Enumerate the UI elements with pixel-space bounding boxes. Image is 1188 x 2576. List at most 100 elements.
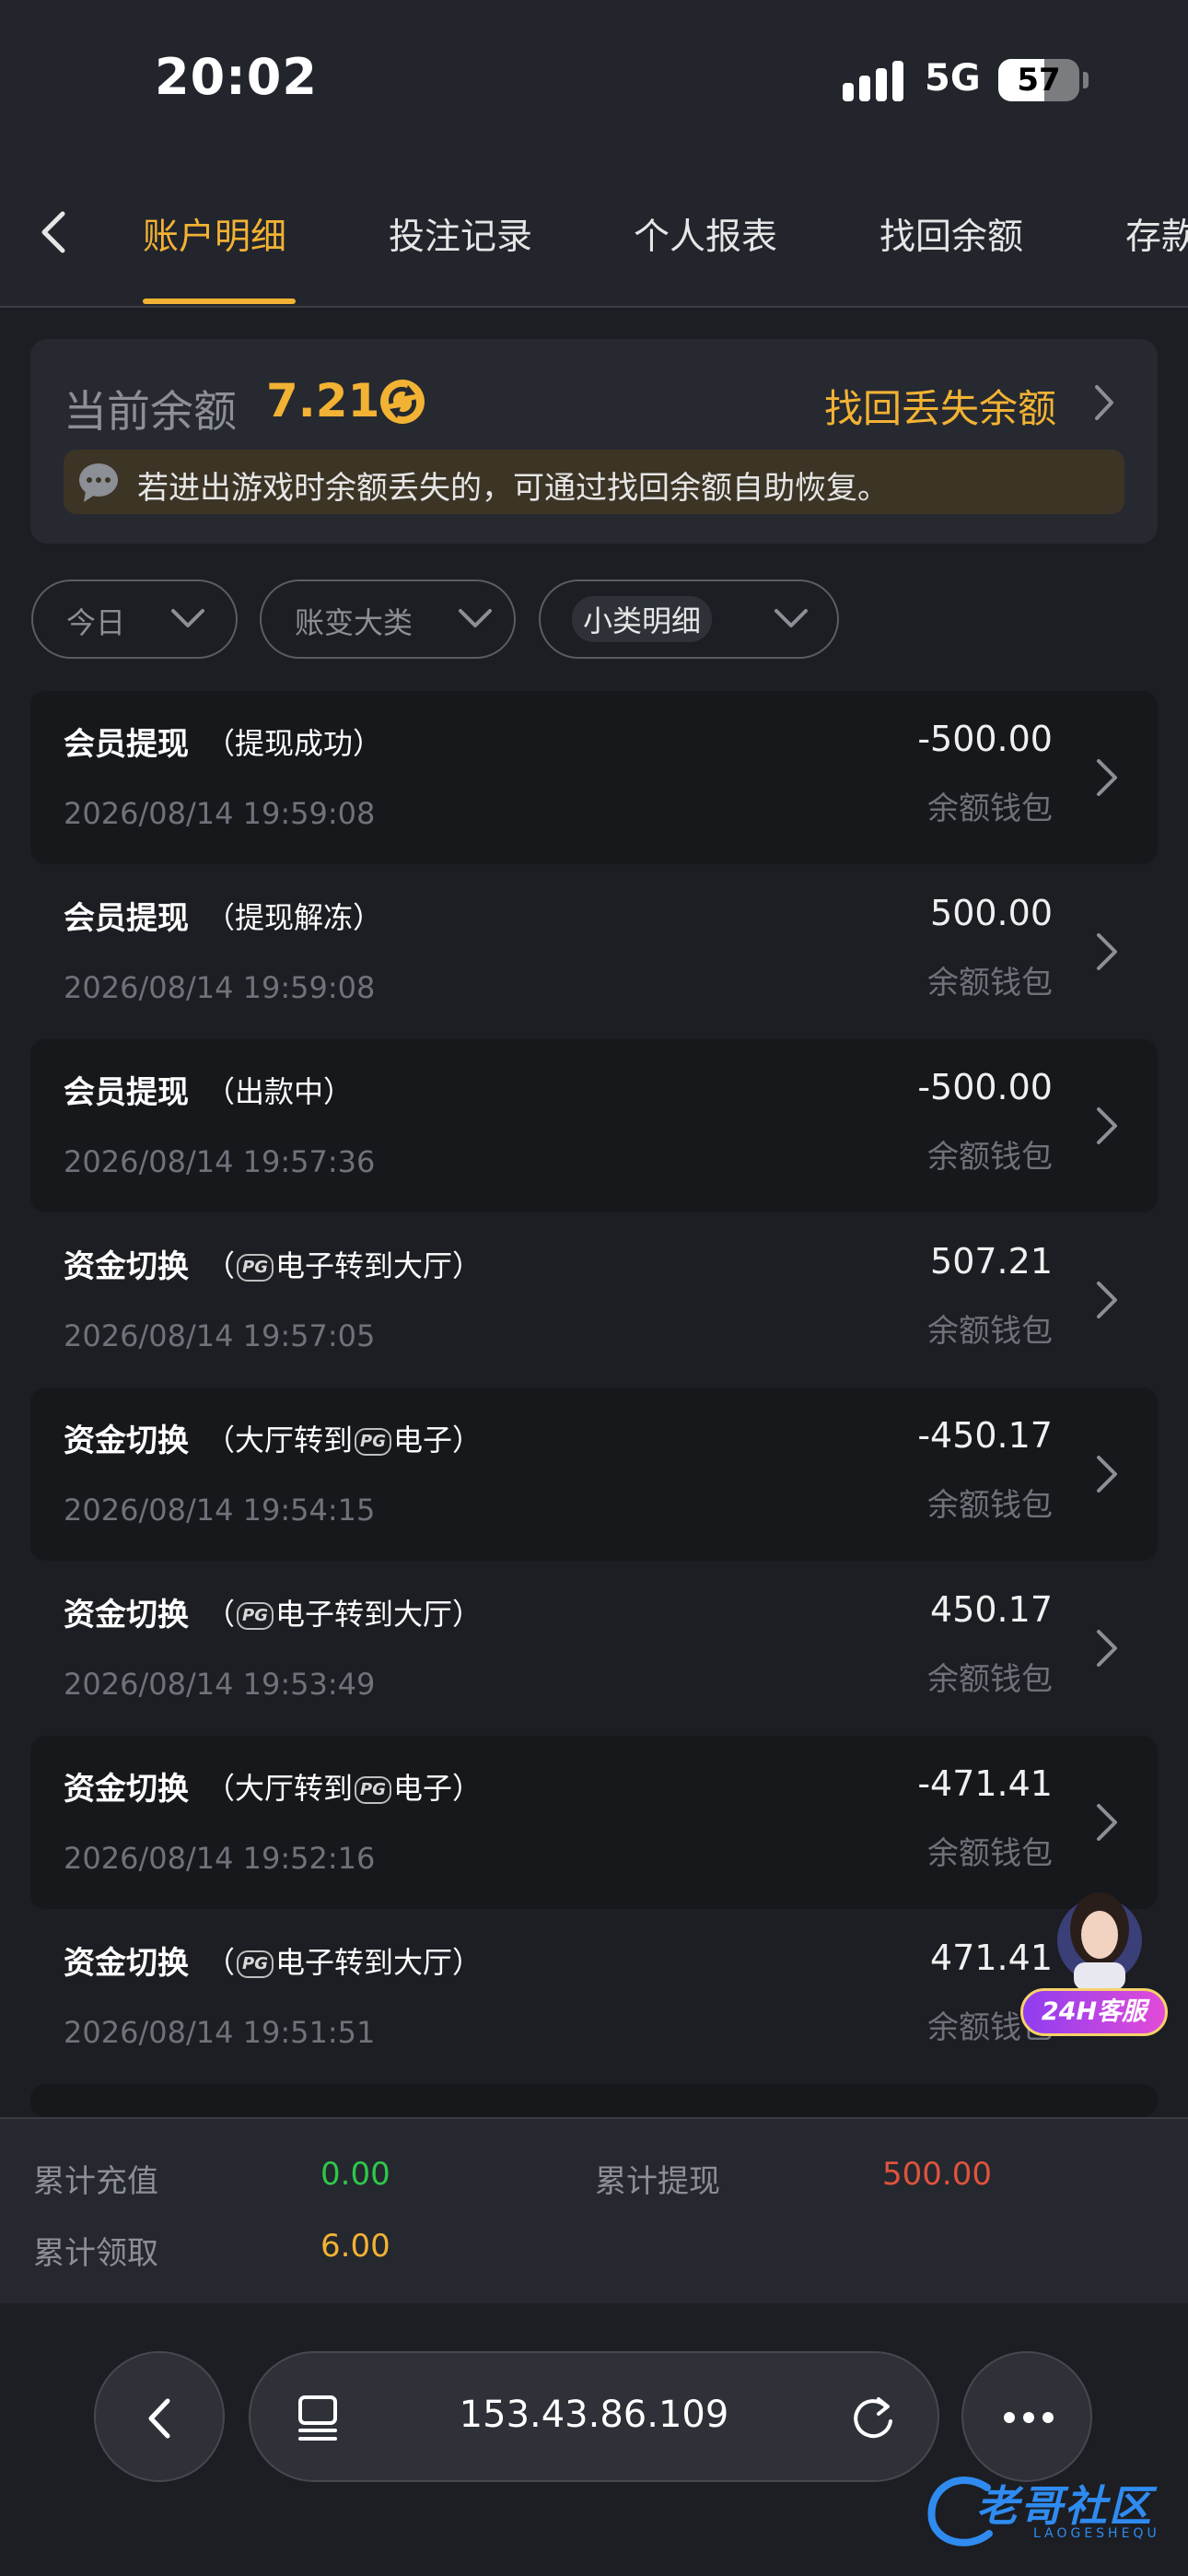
customer-support-button[interactable]: 24H客服 bbox=[1017, 1879, 1173, 2036]
tx-wallet: 余额钱包 bbox=[927, 1313, 1053, 1350]
tx-amount: 507.21 bbox=[930, 1241, 1053, 1282]
total-withdraw-value: 500.00 bbox=[882, 2156, 992, 2193]
balance-value: 7.21 bbox=[266, 374, 380, 427]
total-withdraw-label: 累计提现 bbox=[595, 2163, 720, 2200]
tx-type: 资金切换 bbox=[64, 1771, 189, 1808]
tx-detail: （PG 电子转到大厅） bbox=[205, 1597, 482, 1632]
watermark-logo: 老哥社区 LAOGESHEQU bbox=[923, 2469, 1179, 2552]
watermark-subtext: LAOGESHEQU bbox=[1033, 2526, 1160, 2541]
tab-deposit[interactable]: 存款 bbox=[1125, 208, 1188, 260]
tab-recover-balance[interactable]: 找回余额 bbox=[879, 208, 1023, 260]
tx-wallet: 余额钱包 bbox=[927, 1835, 1053, 1872]
tab-bet-records[interactable]: 投注记录 bbox=[389, 208, 532, 260]
chevron-down-icon bbox=[171, 609, 204, 627]
tx-detail: （出款中） bbox=[205, 1074, 354, 1109]
tx-wallet: 余额钱包 bbox=[927, 1139, 1053, 1176]
status-bar: 20:02 5G 57 bbox=[0, 0, 1188, 157]
balance-card: 当前余额 7.21 找回丢失余额 若进出游戏时余额丢失的，可通过找回余额自助恢复… bbox=[30, 339, 1158, 544]
tx-amount: -471.41 bbox=[917, 1763, 1053, 1804]
tx-type: 资金切换 bbox=[64, 1248, 189, 1285]
tab-personal-report[interactable]: 个人报表 bbox=[634, 208, 777, 260]
tab-account-details[interactable]: 账户明细 bbox=[143, 208, 286, 260]
chevron-right-icon bbox=[1097, 1456, 1117, 1493]
pg-logo-icon: PG bbox=[237, 1602, 274, 1630]
chevron-left-icon bbox=[148, 2398, 170, 2439]
active-tab-indicator bbox=[143, 299, 296, 304]
filter-date-label: 今日 bbox=[66, 605, 126, 640]
total-deposit-label: 累计充值 bbox=[33, 2163, 158, 2200]
tx-amount: -500.00 bbox=[917, 1067, 1053, 1107]
filter-subcategory-label: 小类明细 bbox=[572, 596, 713, 642]
browser-back-button[interactable] bbox=[94, 2351, 225, 2482]
total-claim-label: 累计领取 bbox=[33, 2235, 158, 2272]
network-label: 5G bbox=[925, 57, 981, 100]
balance-label: 当前余额 bbox=[64, 387, 237, 438]
tx-detail: （提现解冻） bbox=[205, 900, 383, 935]
more-options-button[interactable] bbox=[961, 2351, 1092, 2482]
tx-detail: （PG 电子转到大厅） bbox=[205, 1945, 482, 1980]
transaction-row[interactable]: 资金切换 （PG 电子转到大厅） 2026/08/14 19:51:51 471.… bbox=[30, 1910, 1158, 2083]
tx-amount: 500.00 bbox=[930, 893, 1053, 933]
transaction-row[interactable]: 会员提现 （出款中） 2026/08/14 19:57:36 -500.00 余… bbox=[30, 1039, 1158, 1212]
tx-detail: （大厅转到 PG 电子） bbox=[205, 1771, 482, 1806]
chevron-right-icon bbox=[1097, 1282, 1117, 1318]
recover-lost-balance-link[interactable]: 找回丢失余额 bbox=[824, 378, 1056, 434]
watermark-text: 老哥社区 bbox=[976, 2481, 1153, 2531]
tx-amount: -500.00 bbox=[917, 719, 1053, 759]
notice-box: 若进出游戏时余额丢失的，可通过找回余额自助恢复。 bbox=[64, 450, 1124, 514]
filter-category-label: 账变大类 bbox=[295, 605, 413, 640]
support-avatar-icon bbox=[1057, 1892, 1142, 1990]
address-bar[interactable]: 153.43.86.109 bbox=[249, 2351, 939, 2482]
reload-icon[interactable] bbox=[849, 2394, 899, 2443]
total-claim-value: 6.00 bbox=[320, 2228, 390, 2265]
signal-icon bbox=[843, 59, 907, 103]
tx-time: 2026/08/14 19:51:51 bbox=[64, 2015, 376, 2050]
tx-detail: （提现成功） bbox=[205, 726, 383, 761]
chevron-right-icon bbox=[1097, 1630, 1117, 1667]
tx-type: 会员提现 bbox=[64, 1074, 189, 1111]
transaction-row[interactable]: 会员提现 （提现解冻） 2026/08/14 19:59:08 500.00 余… bbox=[30, 865, 1158, 1038]
chevron-right-icon bbox=[1097, 933, 1117, 970]
tx-wallet: 余额钱包 bbox=[927, 1661, 1053, 1698]
chevron-right-icon bbox=[1097, 1804, 1117, 1841]
tx-time: 2026/08/14 19:57:36 bbox=[64, 1144, 376, 1179]
tx-type: 资金切换 bbox=[64, 1423, 189, 1459]
status-time: 20:02 bbox=[155, 48, 318, 106]
tx-amount: -450.17 bbox=[917, 1415, 1053, 1456]
filter-category[interactable]: 账变大类 bbox=[260, 580, 516, 659]
tx-time: 2026/08/14 19:57:05 bbox=[64, 1318, 376, 1353]
filter-subcategory[interactable]: 小类明细 bbox=[539, 580, 839, 659]
transaction-row[interactable]: 资金切换 （大厅转到 PG 电子） 2026/08/14 19:52:16 -471… bbox=[30, 1736, 1158, 1909]
tx-time: 2026/08/14 19:59:08 bbox=[64, 970, 376, 1005]
transaction-row[interactable]: 资金切换 （大厅转到 PG 电子） 2026/08/14 19:54:15 -450… bbox=[30, 1388, 1158, 1561]
battery-nub bbox=[1083, 72, 1089, 88]
tx-detail: （大厅转到 PG 电子） bbox=[205, 1423, 482, 1458]
pg-logo-icon: PG bbox=[237, 1950, 274, 1978]
tx-time: 2026/08/14 19:53:49 bbox=[64, 1667, 376, 1702]
tab-bar: 账户明细 投注记录 个人报表 找回余额 存款 bbox=[0, 157, 1188, 308]
tx-type: 会员提现 bbox=[64, 726, 189, 763]
total-deposit-value: 0.00 bbox=[320, 2156, 390, 2193]
tx-time: 2026/08/14 19:59:08 bbox=[64, 796, 376, 831]
pg-logo-icon: PG bbox=[355, 1428, 391, 1456]
chevron-right-icon[interactable] bbox=[1089, 381, 1119, 424]
pg-logo-icon: PG bbox=[237, 1254, 274, 1282]
transaction-row[interactable]: 会员提现 （提现成功） 2026/08/14 19:59:08 -500.00 … bbox=[30, 691, 1158, 864]
tx-wallet: 余额钱包 bbox=[927, 790, 1053, 827]
transaction-row[interactable]: 资金切换 （PG 电子转到大厅） 2026/08/14 19:53:49 450.… bbox=[30, 1562, 1158, 1735]
tx-time: 2026/08/14 19:54:15 bbox=[64, 1493, 376, 1528]
filter-date[interactable]: 今日 bbox=[31, 580, 238, 659]
battery-icon: 57 bbox=[998, 59, 1079, 101]
url-text: 153.43.86.109 bbox=[459, 2394, 729, 2436]
tx-wallet: 余额钱包 bbox=[927, 1487, 1053, 1524]
tx-detail: （PG 电子转到大厅） bbox=[205, 1248, 482, 1283]
chevron-down-icon bbox=[775, 609, 808, 627]
back-chevron-icon[interactable] bbox=[35, 208, 76, 256]
chevron-right-icon bbox=[1097, 1107, 1117, 1144]
pg-logo-icon: PG bbox=[355, 1776, 391, 1804]
refresh-icon[interactable] bbox=[377, 376, 428, 427]
transaction-row[interactable]: 资金切换 （PG 电子转到大厅） 2026/08/14 19:57:05 507.… bbox=[30, 1213, 1158, 1387]
tx-type: 资金切换 bbox=[64, 1945, 189, 1982]
summary-bar: 累计充值 0.00 累计提现 500.00 累计领取 6.00 bbox=[0, 2117, 1188, 2303]
tx-type: 资金切换 bbox=[64, 1597, 189, 1633]
